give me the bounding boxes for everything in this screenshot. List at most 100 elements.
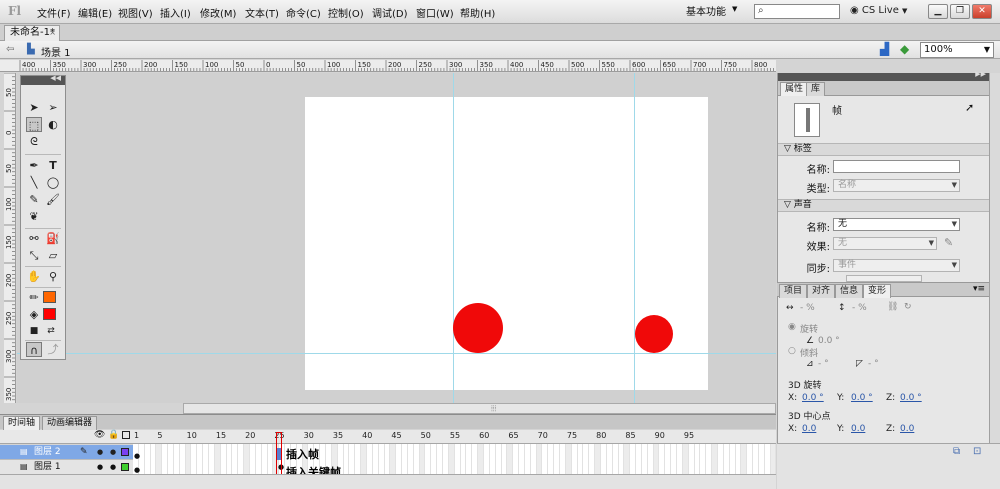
tab-library[interactable]: 库 — [806, 82, 826, 96]
rot-y-value[interactable]: 0.0 ° — [851, 393, 873, 403]
sound-repeat-select[interactable] — [846, 275, 922, 282]
menu-insert[interactable]: 插入(I) — [160, 5, 191, 20]
scale-width-value[interactable]: - % — [800, 303, 815, 313]
stroke-color-swatch[interactable] — [43, 291, 56, 303]
hand-icon[interactable]: ✋ — [26, 269, 42, 284]
tab-project[interactable]: 项目 — [779, 284, 808, 298]
frames-grid[interactable] — [133, 444, 777, 474]
menu-window[interactable]: 窗口(W) — [416, 5, 454, 20]
layer-row-1[interactable]: ▤ 图层 1 ● ● — [0, 460, 133, 475]
sound-name-select[interactable]: 无 ▼ — [833, 218, 960, 231]
layer-color-swatch[interactable] — [121, 448, 129, 456]
tab-align[interactable]: 对齐 — [807, 284, 836, 298]
tab-properties[interactable]: 属性 — [780, 82, 809, 96]
menu-view[interactable]: 视图(V) — [118, 5, 153, 20]
fill-color-swatch[interactable] — [43, 308, 56, 320]
eraser-icon[interactable]: ▱ — [45, 248, 61, 263]
panel-vertical-scrollbar[interactable] — [989, 73, 1000, 443]
rot-x-value[interactable]: 0.0 ° — [802, 393, 824, 403]
pen-icon[interactable]: ✒ — [26, 158, 42, 173]
paint-bucket-icon[interactable]: ⛽ — [45, 231, 61, 246]
panel-menu-icon[interactable]: ▾≡ — [973, 284, 985, 294]
label-type-select[interactable]: 名称 ▼ — [833, 179, 960, 192]
collapse-icon[interactable]: ◀◀ — [50, 74, 61, 82]
oval-icon[interactable]: ◯ — [45, 175, 61, 190]
keyframe-icon[interactable]: ● — [134, 466, 140, 474]
layer-name[interactable]: 图层 2 — [34, 445, 61, 459]
panel-header[interactable]: ▶▶ — [778, 70, 990, 81]
edit-scene-icon[interactable]: ▟ — [880, 42, 889, 56]
frame-name-input[interactable] — [833, 160, 960, 173]
document-tab[interactable]: 未命名-1* × — [4, 25, 60, 41]
menu-text[interactable]: 文本(T) — [245, 5, 279, 20]
dot-icon[interactable]: ● — [110, 460, 116, 474]
brush-icon[interactable]: 🖌 — [45, 192, 61, 207]
keyframe-icon[interactable]: ● — [134, 452, 140, 460]
stage-horizontal-scrollbar[interactable]: ⦙⦙⦙ — [183, 403, 776, 414]
restore-button[interactable]: ❐ — [950, 4, 970, 19]
tab-motion-editor[interactable]: 动画编辑器 — [42, 416, 98, 430]
frame-cell[interactable] — [770, 459, 777, 474]
rotate-radio[interactable]: ◉ — [788, 322, 796, 332]
dot-icon[interactable]: ● — [97, 445, 103, 459]
snap-icon[interactable]: ∩ — [26, 342, 42, 357]
rotate-value[interactable]: 0.0 ° — [818, 336, 840, 346]
arrow-icon[interactable]: ➤ — [26, 100, 42, 115]
smooth-icon[interactable]: ⤴ — [45, 342, 61, 357]
subselect-icon[interactable]: ➢ — [45, 100, 61, 115]
text-icon[interactable]: T — [45, 158, 61, 173]
copy-transform-icon[interactable]: ⧉ — [953, 446, 960, 457]
close-icon[interactable]: × — [49, 26, 56, 40]
reset-scale-icon[interactable]: ↻ — [904, 302, 912, 312]
tab-timeline[interactable]: 时间轴 — [3, 416, 41, 430]
tab-transform[interactable]: 变形 — [863, 284, 892, 298]
bone-icon[interactable]: ⚯ — [26, 231, 42, 246]
show-hide-icon[interactable]: 👁 — [94, 430, 105, 440]
collapse-icon[interactable]: ▶▶ — [975, 70, 986, 78]
line-icon[interactable]: ╲ — [26, 175, 42, 190]
help-icon[interactable]: ➚ — [965, 101, 974, 114]
red-circle-large[interactable] — [453, 303, 503, 353]
deco-icon[interactable]: ❦ — [26, 209, 42, 224]
menu-debug[interactable]: 调试(D) — [372, 5, 408, 20]
tools-panel-header[interactable]: ◀◀ — [21, 74, 65, 85]
skew-vertical-value[interactable]: - ° — [868, 359, 879, 369]
reset-transform-icon[interactable]: ⊡ — [973, 446, 981, 457]
zoom-icon[interactable]: ⚲ — [45, 269, 61, 284]
dot-icon[interactable]: ● — [110, 445, 116, 459]
lasso-icon[interactable]: ᘓ — [26, 134, 42, 149]
edit-envelope-icon[interactable]: ✎ — [944, 236, 953, 249]
menu-edit[interactable]: 编辑(E) — [78, 5, 112, 20]
center-y-value[interactable]: 0.0 — [851, 424, 865, 434]
workspace-selector[interactable]: 基本功能 ▼ — [686, 3, 746, 20]
layer-row-2[interactable]: ▤ 图层 2 ✎ ● ● — [0, 445, 133, 460]
sound-sync-select[interactable]: 事件 ▼ — [833, 259, 960, 272]
3d-rotation-icon[interactable]: ◐ — [45, 117, 61, 132]
center-z-value[interactable]: 0.0 — [900, 424, 914, 434]
skew-radio[interactable]: ○ — [788, 346, 796, 356]
zoom-select[interactable]: 100% ▼ — [920, 42, 994, 58]
red-circle-small[interactable] — [635, 315, 673, 353]
menu-modify[interactable]: 修改(M) — [200, 5, 236, 20]
menu-control[interactable]: 控制(O) — [328, 5, 364, 20]
default-colors-icon[interactable]: ■ — [26, 324, 42, 339]
eyedropper-icon[interactable]: ⤡ — [26, 248, 42, 263]
outline-icon[interactable] — [122, 431, 130, 439]
lock-icon[interactable]: 🔒 — [108, 430, 119, 440]
sound-section-header[interactable]: ▽ 声音 — [778, 199, 990, 212]
tab-info[interactable]: 信息 — [835, 284, 864, 298]
center-x-value[interactable]: 0.0 — [802, 424, 816, 434]
guide-line-horizontal[interactable] — [17, 353, 776, 354]
label-section-header[interactable]: ▽ 标签 — [778, 143, 990, 156]
menu-file[interactable]: 文件(F) — [37, 5, 71, 20]
constrain-icon[interactable]: ⛓ — [887, 302, 898, 312]
minimize-button[interactable]: ▁ — [928, 4, 948, 19]
menu-help[interactable]: 帮助(H) — [460, 5, 495, 20]
help-search-input[interactable]: ⌕ — [754, 4, 840, 19]
free-transform-icon[interactable]: ⬚ — [26, 117, 42, 132]
layer-color-swatch[interactable] — [121, 463, 129, 471]
pencil-icon[interactable]: ✎ — [26, 192, 42, 207]
menu-commands[interactable]: 命令(C) — [286, 5, 321, 20]
sound-effect-select[interactable]: 无 ▼ — [833, 237, 937, 250]
edit-symbols-icon[interactable]: ◆ — [900, 42, 909, 56]
